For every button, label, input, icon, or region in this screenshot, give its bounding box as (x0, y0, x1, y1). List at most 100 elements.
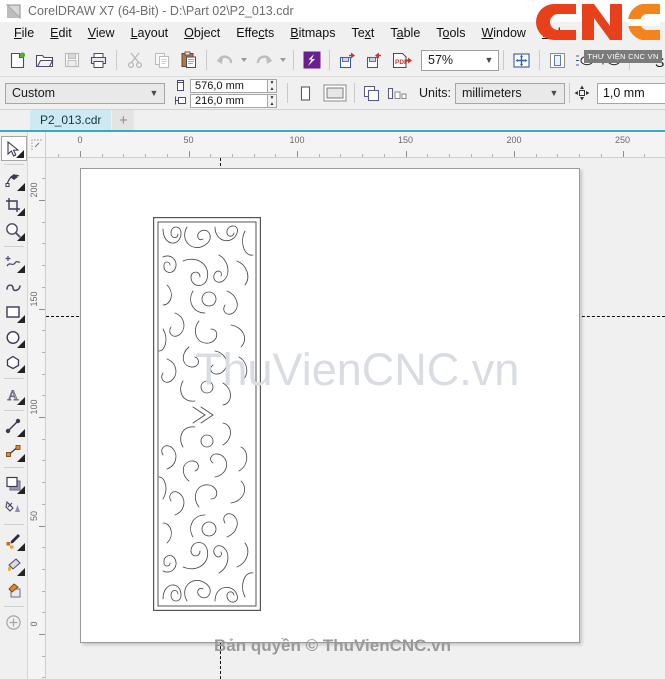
ruler-minor-tick (123, 154, 125, 157)
ruler-minor-tick (42, 373, 45, 375)
ruler-minor-tick (318, 154, 320, 157)
redo-button[interactable] (250, 47, 277, 74)
open-document-button[interactable] (31, 47, 58, 74)
ruler-minor-tick (42, 178, 45, 180)
flyout-arrow-icon[interactable] (16, 183, 25, 191)
menu-table[interactable]: Table (382, 24, 428, 42)
units-label: Units: (419, 86, 451, 100)
undo-button[interactable] (211, 47, 238, 74)
zoom-level-combobox[interactable]: 57% ▼ (421, 49, 499, 71)
page-width-spinner[interactable]: ▼ ▲ (268, 78, 277, 93)
menu-object[interactable]: Object (176, 24, 228, 42)
ruler-minor-tick (427, 154, 429, 157)
import-button[interactable] (334, 47, 361, 74)
document-tab-p2013[interactable]: P2_013.cdr (30, 110, 112, 130)
flyout-arrow-icon[interactable] (16, 568, 25, 576)
flyout-arrow-icon[interactable] (16, 233, 25, 241)
page-height-icon (174, 94, 187, 107)
orientation-portrait-button[interactable] (292, 80, 319, 107)
chevron-down-icon[interactable]: ▼ (544, 88, 564, 98)
pick-tool[interactable] (0, 136, 27, 161)
menu-window[interactable]: Window (473, 24, 533, 42)
page-height-field[interactable]: 216,0 mm (190, 93, 268, 108)
units-combobox[interactable]: millimeters ▼ (454, 82, 565, 104)
ruler-minor-tick (275, 154, 277, 157)
menu-help[interactable]: Help (534, 24, 576, 42)
flyout-arrow-icon[interactable] (16, 365, 25, 373)
export-pdf-button[interactable]: PDF (388, 47, 415, 74)
connector-tool[interactable] (1, 439, 27, 464)
menu-file[interactable]: File (6, 24, 42, 42)
chevron-down-icon[interactable]: ▼ (480, 55, 498, 65)
chevron-down-icon[interactable]: ▼ (144, 88, 164, 98)
toolbar-separator (293, 50, 294, 70)
page-width-field[interactable]: 576,0 mm (190, 78, 268, 93)
menu-layout[interactable]: Layout (123, 24, 177, 42)
show-grid-button[interactable] (571, 47, 598, 74)
flyout-arrow-icon[interactable] (16, 429, 25, 437)
page-preset-combobox[interactable]: Custom ▼ (5, 82, 165, 104)
ellipse-tool[interactable] (1, 325, 27, 350)
menu-text[interactable]: Text (343, 24, 382, 42)
document-page[interactable] (80, 168, 580, 643)
fullscreen-preview-button[interactable] (508, 47, 535, 74)
copy-button[interactable] (148, 47, 175, 74)
parallel-dimension-tool[interactable] (1, 414, 27, 439)
drawing-canvas[interactable] (46, 158, 665, 679)
flyout-arrow-icon[interactable] (16, 543, 25, 551)
flyout-arrow-icon[interactable] (16, 340, 25, 348)
menu-tools[interactable]: Tools (428, 24, 473, 42)
page-width-icon (174, 79, 187, 92)
show-rulers-button[interactable] (544, 47, 571, 74)
current-page-button[interactable] (386, 80, 410, 107)
fill-tool[interactable] (1, 553, 27, 578)
crop-tool[interactable] (1, 193, 27, 218)
flyout-arrow-icon[interactable] (15, 150, 24, 158)
rectangle-tool[interactable] (1, 300, 27, 325)
save-document-button[interactable] (58, 47, 85, 74)
flyout-arrow-icon[interactable] (16, 397, 25, 405)
redo-dropdown-icon[interactable] (277, 47, 289, 74)
menu-effects[interactable]: Effects (228, 24, 282, 42)
text-tool[interactable]: A (1, 382, 27, 407)
decorative-scroll-panel[interactable] (153, 217, 262, 611)
orientation-landscape-button[interactable] (319, 80, 350, 107)
transparency-tool[interactable] (1, 496, 27, 521)
vertical-ruler[interactable]: 200 150 100 50 0 (28, 158, 46, 679)
toolbar-separator (629, 50, 630, 70)
ruler-minor-tick (42, 482, 45, 484)
quick-customize-button[interactable] (1, 610, 27, 635)
flyout-arrow-icon[interactable] (16, 208, 25, 216)
all-pages-button[interactable] (359, 80, 386, 107)
drop-shadow-tool[interactable] (1, 471, 27, 496)
shape-tool[interactable] (1, 168, 27, 193)
print-document-button[interactable] (85, 47, 112, 74)
smart-drawing-tool[interactable] (1, 275, 27, 300)
zoom-tool[interactable] (1, 218, 27, 243)
horizontal-ruler[interactable]: 0 50 100 150 200 250 (46, 132, 665, 158)
page-height-spinner[interactable]: ▼ ▲ (268, 93, 277, 108)
undo-dropdown-icon[interactable] (238, 47, 250, 74)
menu-bitmaps[interactable]: Bitmaps (282, 24, 343, 42)
add-document-tab-button[interactable]: + (112, 110, 135, 130)
new-document-button[interactable] (4, 47, 31, 74)
nudge-distance-field[interactable]: 1,0 mm (596, 82, 665, 104)
flyout-arrow-icon[interactable] (16, 265, 25, 273)
corel-connect-button[interactable] (298, 47, 325, 74)
interactive-fill-tool[interactable] (1, 578, 27, 603)
menu-edit[interactable]: Edit (42, 24, 80, 42)
flyout-arrow-icon[interactable] (16, 454, 25, 462)
polygon-tool[interactable] (1, 350, 27, 375)
ruler-minor-tick (42, 612, 45, 614)
show-guidelines-button[interactable] (598, 47, 625, 74)
cut-button[interactable] (121, 47, 148, 74)
flyout-arrow-icon[interactable] (16, 486, 25, 494)
freehand-tool[interactable] (1, 250, 27, 275)
ruler-origin-button[interactable] (28, 132, 46, 158)
ruler-minor-tick (557, 154, 559, 157)
menu-view[interactable]: View (80, 24, 123, 42)
color-eyedropper-tool[interactable] (1, 528, 27, 553)
paste-button[interactable] (175, 47, 202, 74)
flyout-arrow-icon[interactable] (16, 315, 25, 323)
export-button[interactable] (361, 47, 388, 74)
